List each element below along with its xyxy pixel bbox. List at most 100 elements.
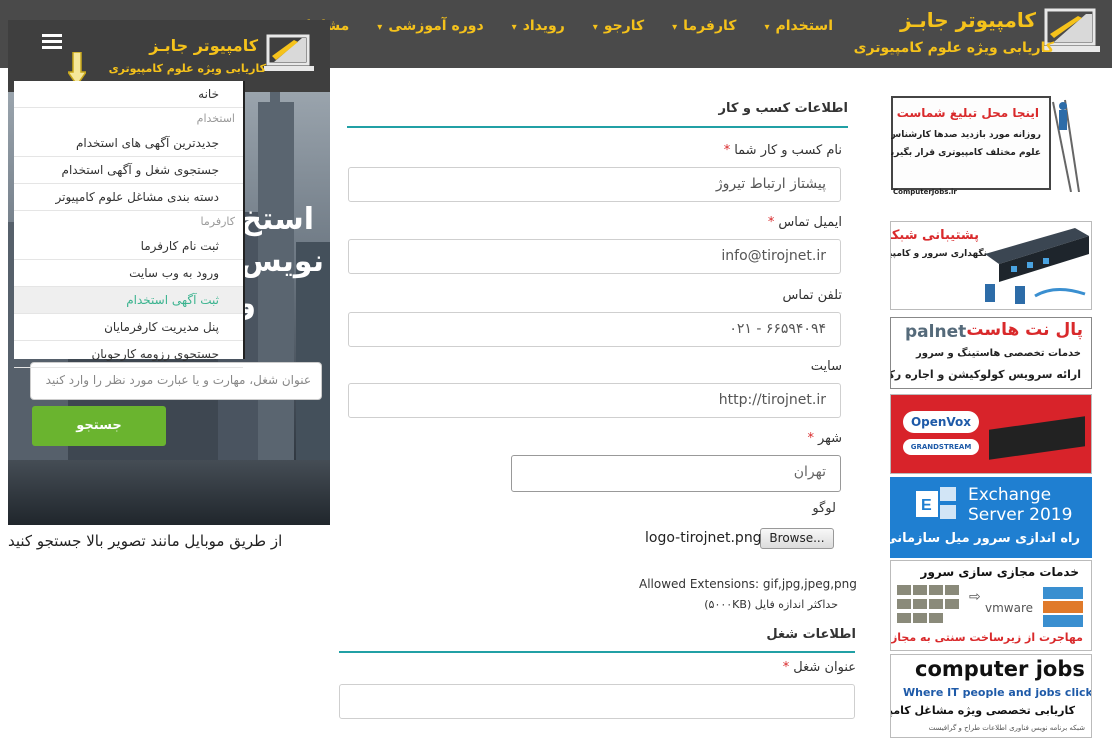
menu-item-home[interactable]: خانه [14,81,243,108]
site-title[interactable]: کامپیوتر جابـز [900,8,1036,32]
server-rack-icon [897,585,959,623]
logo-label: لوگو [812,501,836,516]
job-title-field[interactable] [339,684,855,719]
field-value: ۰۲۱ - ۶۶۵۹۴۰۹۴ [729,321,826,337]
ad-title: Exchange [968,485,1052,505]
ad-text: کاریابی تخصصی ویژه مشاغل کامپیوتری [890,704,1075,717]
mobile-note: از طریق موبایل مانند تصویر بالا جستجو کن… [8,532,283,550]
nav-item-events[interactable]: رویداد ▾ [498,18,579,34]
email-field[interactable]: info@tirojnet.ir [348,239,841,274]
ad-banner-exchange[interactable]: E Exchange Server 2019 راه اندازی سرور م… [890,477,1092,558]
ad-banner-computer-jobs[interactable]: computer jobs Where IT people and jobs c… [890,654,1092,738]
mobile-dropdown-menu: خانه استخدام جدیدترین آگهی های استخدام ج… [14,81,245,368]
nav-label: دوره آموزشی [388,18,484,34]
menu-item-employer-panel[interactable]: پنل مدیریت کارفرمایان [14,314,243,341]
city-label: شهر* [807,431,842,446]
painter-ladder-icon [1052,99,1080,192]
city-field[interactable]: تهران [511,455,841,492]
ad-banner-network-support[interactable]: پشتیبانی شبکه نگهداری سرور و کامپیوتر [890,221,1092,310]
field-value: http://tirojnet.ir [718,392,826,408]
ad-footer: شبکه برنامه نویس فناوری اطلاعات طراح و گ… [928,724,1085,732]
ad-text: ارائه سرویس کولوکیشن و اجاره رک [890,368,1081,381]
business-name-label: نام کسب و کار شما* [724,143,842,158]
phone-label: تلفن تماس [782,288,843,303]
laptop-image [8,460,330,525]
nav-label: کارفرما [683,18,737,34]
mobile-site-subtitle: کاریابی ویژه علوم کامپیوتری [108,62,266,75]
ad-text: خدمات تخصصی هاستینگ و سرور [916,348,1081,359]
ad-title: Server 2019 [968,505,1073,525]
menu-item-resume-search[interactable]: جستجوی رزومه کارجویان [14,341,243,368]
ad-text: نگهداری سرور و کامپیوتر [891,249,987,259]
max-file-size: حداکثر اندازه فایل (۵۰۰۰KB) [704,598,838,611]
label-text: ایمیل تماس [778,215,842,230]
ad-banner-palnet-host[interactable]: palnet پال نت هاست خدمات تخصصی هاستینگ و… [890,317,1092,389]
ad-title: خدمات مجازی سازی سرور [920,565,1079,579]
chevron-down-icon: ▾ [764,22,770,33]
building [258,102,294,482]
chevron-down-icon: ▾ [592,22,598,33]
ad-text: مهاجرت از زیرساخت سنتی به مجازی [890,631,1083,644]
arrow-right-icon: ⇨ [969,589,981,605]
site-subtitle: کاریابی ویژه علوم کامپیوتری [853,40,1054,56]
required-marker: * [723,143,731,158]
chevron-down-icon: ▾ [511,22,517,33]
business-section-title: اطلاعات کسب و کار [718,101,848,116]
network-switch-icon [985,228,1089,304]
ad-text: علوم مختلف کامپیوتری قرار بگیرید [891,148,1041,158]
ad-brand: GRANDSTREAM [903,439,979,455]
mobile-site-title: کامپیوتر جابـز [149,36,258,55]
gateway-device-image [989,416,1085,460]
ad-banner-virtualization[interactable]: خدمات مجازی سازی سرور ⇨ vmware مهاجرت از… [890,560,1092,651]
phone-field[interactable]: ۰۲۱ - ۶۶۵۹۴۰۹۴ [348,312,841,347]
mobile-search-button[interactable]: جستجو [32,406,166,446]
required-marker: * [807,431,814,446]
hamburger-menu-icon[interactable] [42,34,62,49]
label-text: نام کسب و کار شما [734,143,842,158]
email-label: ایمیل تماس* [768,215,842,230]
allowed-extensions: Allowed Extensions: gif,jpg,jpeg,png [639,577,857,591]
exchange-logo-icon: E [916,487,956,519]
browse-button[interactable]: Browse... [760,528,834,549]
main-nav: استخدام ▾ کارفرما ▾ کارجو ▾ رویداد ▾ دوره آم… [274,18,847,34]
menu-item-login[interactable]: ورود به وب سایت [14,260,243,287]
menu-item-job-categories[interactable]: دسته بندی مشاغل علوم کامپیوتر [14,184,243,211]
ad-banner-openvox[interactable]: OpenVox GRANDSTREAM [890,394,1092,474]
site-label: سایت [810,359,842,374]
chevron-down-icon: ▾ [377,22,383,33]
ad-tagline: Where IT people and jobs click [903,686,1092,699]
business-name-field[interactable]: پیشتاز ارتباط تیروژ [348,167,841,202]
ad-title: پشتیبانی شبکه [890,228,979,243]
site-field[interactable]: http://tirojnet.ir [348,383,841,418]
nav-item-employment[interactable]: استخدام ▾ [750,18,847,34]
required-marker: * [767,215,775,230]
required-marker: * [782,660,790,675]
menu-item-post-job[interactable]: ثبت آگهی استخدام [14,287,243,314]
section-divider [339,651,855,653]
logo-filename: logo-tirojnet.png [645,530,762,546]
menu-item-employer-register[interactable]: ثبت نام کارفرما [14,233,243,260]
ad-text: روزانه مورد بازدید صدها کارشناس و مدیر [891,130,1041,140]
ad-brand: palnet [905,322,967,342]
menu-section-employer: کارفرما [200,215,235,228]
nav-item-jobseeker[interactable]: کارجو ▾ [579,18,658,34]
job-section-title: اطلاعات شغل [766,627,856,642]
field-value: پیشتاز ارتباط تیروژ [715,176,826,192]
ad-footer: ComputerJobs.ir [893,188,957,196]
section-divider [347,126,848,128]
hero-text: نویس [240,244,324,279]
job-title-label: عنوان شغل* [783,660,856,675]
nav-label: استخدام [775,18,833,34]
ad-banner-advertise-here[interactable]: اینجا محل تبلیغ شماست روزانه مورد بازدید… [891,92,1081,200]
ad-title: اینجا محل تبلیغ شماست [896,106,1039,120]
svg-text:E: E [921,497,932,514]
menu-item-job-search[interactable]: جستجوی شغل و آگهی استخدام [14,157,243,184]
nav-item-courses[interactable]: دوره آموزشی ▾ [363,18,497,34]
label-text: عنوان شغل [793,660,856,675]
laptop-logo-icon [264,34,314,71]
nav-label: کارجو [603,18,645,34]
label-text: شهر [817,431,842,446]
menu-item-latest-jobs[interactable]: جدیدترین آگهی های استخدام [14,130,243,157]
nav-item-employer[interactable]: کارفرما ▾ [658,18,750,34]
ad-brand: computer jobs [915,657,1085,681]
